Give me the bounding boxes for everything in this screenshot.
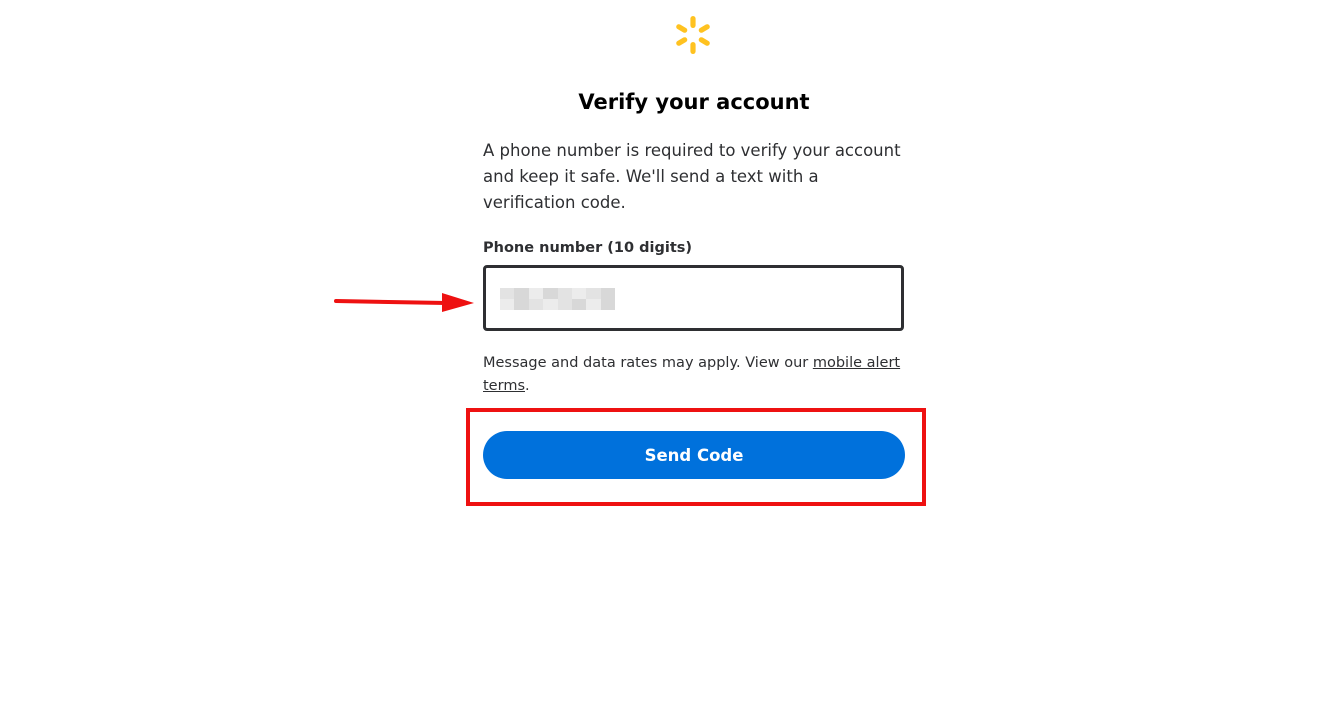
page-description: A phone number is required to verify you…	[483, 141, 901, 212]
phone-number-label: Phone number (10 digits)	[483, 240, 693, 256]
obscured-phone-value	[500, 288, 615, 310]
page-title: Verify your account	[578, 90, 810, 114]
walmart-spark-icon	[676, 16, 710, 54]
disclaimer-text: Message and data rates may apply. View o…	[483, 352, 908, 398]
disclaimer-prefix: Message and data rates may apply. View o…	[483, 355, 813, 371]
annotation-arrow	[334, 293, 474, 312]
disclaimer-suffix: .	[525, 378, 530, 394]
send-code-button[interactable]: Send Code	[483, 431, 905, 479]
